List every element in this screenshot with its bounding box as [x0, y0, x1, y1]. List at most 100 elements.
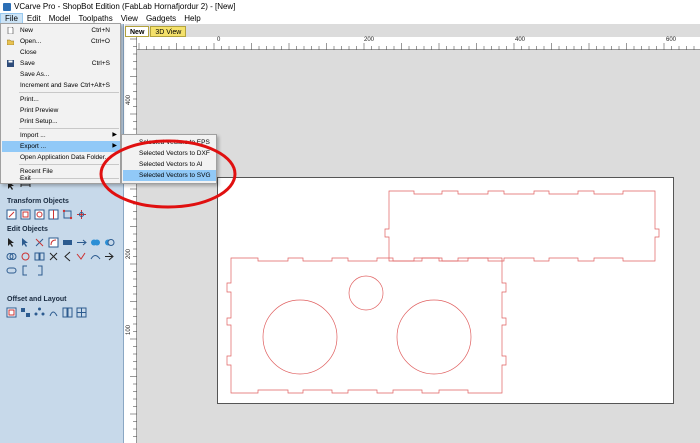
menu-item-print-setup[interactable]: Print Setup...	[2, 116, 120, 127]
menu-gadgets[interactable]: Gadgets	[142, 13, 180, 24]
menu-item-print-preview[interactable]: Print Preview	[2, 105, 120, 116]
array-icon[interactable]	[20, 307, 31, 318]
menu-item-new-label: New	[20, 27, 34, 34]
tab-3d-view[interactable]: 3D View	[150, 26, 187, 37]
ruler-label-200: 200	[364, 37, 375, 43]
ruler-ticks-h	[138, 43, 695, 50]
small-circle[interactable]	[348, 275, 384, 311]
menu-item-close-label: Close	[20, 49, 37, 56]
menu-separator	[19, 164, 119, 165]
ruler-label-600: 600	[666, 37, 677, 43]
node-edit-icon[interactable]	[6, 237, 17, 248]
menu-item-open-label: Open...	[20, 38, 42, 45]
finger-joint-panel-bottom[interactable]	[226, 257, 507, 394]
menu-item-print-setup-label: Print Setup...	[20, 118, 58, 125]
smooth-icon[interactable]	[90, 251, 101, 262]
layout-icon[interactable]	[62, 307, 73, 318]
horizontal-ruler: 0 200 400 600	[137, 37, 700, 50]
mirror-icon[interactable]	[48, 209, 59, 220]
scale-icon[interactable]	[20, 209, 31, 220]
rotate-icon[interactable]	[34, 209, 45, 220]
menu-item-save-label: Save	[20, 60, 35, 67]
title-bar: VCarve Pro - ShopBot Edition (FabLab Hor…	[0, 0, 700, 13]
menu-separator	[19, 128, 119, 129]
menu-item-close[interactable]: Close	[2, 47, 120, 58]
menu-item-print-preview-label: Print Preview	[20, 107, 59, 114]
intersect-icon[interactable]	[6, 251, 17, 262]
ruler-label-400: 400	[515, 37, 526, 43]
subtract-icon[interactable]	[104, 237, 115, 248]
export-svg[interactable]: Selected Vectors to SVG	[123, 170, 216, 181]
ruler-label-200v: 200	[126, 248, 132, 259]
new-file-icon	[7, 26, 14, 35]
distort-icon[interactable]	[62, 209, 73, 220]
overlap-icon[interactable]	[20, 251, 31, 262]
export-ai[interactable]: Selected Vectors to AI	[123, 159, 216, 170]
copy-along-icon[interactable]	[34, 251, 45, 262]
save-disk-icon	[7, 60, 14, 67]
extend-icon[interactable]	[76, 237, 87, 248]
offset-tools	[6, 307, 121, 318]
section-edit: Edit Objects	[7, 226, 48, 233]
app-icon	[3, 2, 11, 11]
view-tabs: New 3D View	[125, 26, 187, 37]
menu-item-export[interactable]: Export ... ▶	[2, 141, 120, 152]
material-sheet[interactable]	[217, 177, 674, 404]
chevron-left-icon[interactable]	[62, 251, 73, 262]
trim-icon[interactable]	[34, 237, 45, 248]
ruler-label-400v: 400	[126, 94, 132, 105]
vertical-ruler: 400 300 200 100	[125, 37, 137, 443]
submenu-arrow-icon: ▶	[112, 143, 117, 149]
bracket-right-icon[interactable]	[34, 265, 45, 276]
weld-icon[interactable]	[90, 237, 101, 248]
menu-item-exit-label: Exit	[20, 175, 31, 182]
join-icon[interactable]	[62, 237, 73, 248]
bracket-left-icon[interactable]	[20, 265, 31, 276]
slot-icon[interactable]	[6, 265, 17, 276]
export-eps[interactable]: Selected Vectors to EPS	[123, 137, 216, 148]
menu-item-open[interactable]: Open... Ctrl+O	[2, 36, 120, 47]
menu-item-increment-save[interactable]: Increment and Save Ctrl+Alt+S	[2, 80, 120, 91]
menu-item-save-shortcut: Ctrl+S	[91, 60, 110, 67]
align-icon[interactable]	[76, 209, 87, 220]
fillet-icon[interactable]	[48, 237, 59, 248]
circular-array-icon[interactable]	[34, 307, 45, 318]
menu-item-open-app-data[interactable]: Open Application Data Folder...	[2, 152, 120, 163]
menu-item-exit[interactable]: Exit	[2, 173, 120, 184]
ruler-label-100v: 100	[126, 324, 132, 335]
menu-item-new-shortcut: Ctrl+N	[91, 27, 110, 34]
tab-new[interactable]: New	[125, 26, 150, 37]
transform-tools	[6, 209, 121, 220]
move-icon[interactable]	[6, 209, 17, 220]
menu-item-open-app-data-label: Open Application Data Folder...	[20, 154, 110, 161]
section-transform: Transform Objects	[7, 198, 69, 205]
file-menu: New Ctrl+N Open... Ctrl+O Close Save Ctrl+S…	[0, 23, 121, 184]
menu-item-new[interactable]: New Ctrl+N	[2, 25, 120, 36]
section-offset: Offset and Layout	[7, 296, 67, 303]
menu-item-save-as[interactable]: Save As...	[2, 69, 120, 80]
menu-item-export-label: Export ...	[20, 143, 47, 150]
left-large-circle[interactable]	[262, 299, 338, 375]
offset-icon[interactable]	[6, 307, 17, 318]
menu-item-import[interactable]: Import ... ▶	[2, 130, 120, 141]
window-title: VCarve Pro - ShopBot Edition (FabLab Hor…	[14, 2, 236, 11]
nest-icon[interactable]	[48, 307, 59, 318]
menu-item-print[interactable]: Print...	[2, 94, 120, 105]
arrow-right-icon[interactable]	[104, 251, 115, 262]
grid-layout-icon[interactable]	[76, 307, 87, 318]
menu-item-save[interactable]: Save Ctrl+S	[2, 58, 120, 69]
right-large-circle[interactable]	[396, 299, 472, 375]
scissors-icon[interactable]	[48, 251, 59, 262]
export-submenu: Selected Vectors to EPS Selected Vectors…	[121, 134, 217, 184]
edit-tools	[6, 237, 121, 276]
open-folder-icon	[6, 38, 15, 46]
menu-item-print-label: Print...	[20, 96, 39, 103]
node-move-icon[interactable]	[20, 237, 31, 248]
submenu-arrow-icon: ▶	[112, 132, 117, 138]
export-dxf[interactable]: Selected Vectors to DXF	[123, 148, 216, 159]
vector-drawing[interactable]	[218, 178, 675, 405]
curve-fit-icon[interactable]	[76, 251, 87, 262]
menu-item-increment-save-label: Increment and Save	[20, 82, 79, 89]
menu-help[interactable]: Help	[180, 13, 204, 24]
finger-joint-panel-top[interactable]	[384, 190, 660, 262]
